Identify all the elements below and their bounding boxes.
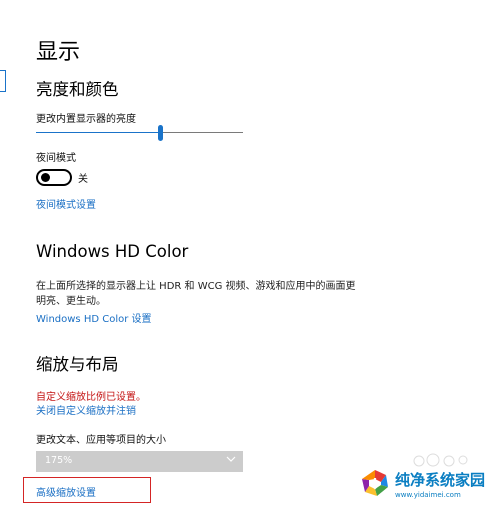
night-mode-label: 夜间模式 <box>36 153 76 164</box>
brightness-slider-fill <box>36 132 161 133</box>
hd-color-settings-link[interactable]: Windows HD Color 设置 <box>36 310 152 325</box>
watermark: 纯净系统家园 www.yidaimei.com <box>355 453 500 505</box>
night-mode-settings-link[interactable]: 夜间模式设置 <box>36 196 96 211</box>
sign-out-link[interactable]: 关闭自定义缩放并注销 <box>36 402 136 417</box>
page-title: 显示 <box>36 40 81 65</box>
size-label: 更改文本、应用等项目的大小 <box>36 435 166 446</box>
hd-color-description-line2: 明亮、更生动。 <box>36 296 106 307</box>
brightness-slider-label: 更改内置显示器的亮度 <box>36 114 136 125</box>
watermark-text: 纯净系统家园 <box>395 471 486 489</box>
advanced-scaling-link[interactable]: 高级缩放设置 <box>36 484 96 499</box>
hd-color-description-line1: 在上面所选择的显示器上让 HDR 和 WCG 视频、游戏和应用中的画面更 <box>36 281 356 292</box>
custom-scale-notice: 自定义缩放比例已设置。 <box>36 392 146 403</box>
toggle-knob <box>41 173 50 182</box>
decorative-circles-icon <box>413 453 468 467</box>
night-mode-toggle[interactable] <box>36 169 72 186</box>
scale-size-dropdown[interactable]: 175% <box>36 451 243 472</box>
watermark-logo-icon <box>362 470 388 496</box>
hd-color-heading: Windows HD Color <box>36 242 189 261</box>
scale-size-value: 175% <box>45 455 73 466</box>
brightness-slider[interactable] <box>36 125 243 141</box>
night-mode-state: 关 <box>78 174 88 185</box>
nav-selection-edge <box>0 70 6 92</box>
watermark-url: www.yidaimei.com <box>395 491 461 499</box>
brightness-slider-thumb[interactable] <box>158 125 164 141</box>
scale-heading: 缩放与布局 <box>36 355 119 374</box>
chevron-down-icon <box>226 456 236 462</box>
brightness-heading: 亮度和颜色 <box>36 80 119 99</box>
